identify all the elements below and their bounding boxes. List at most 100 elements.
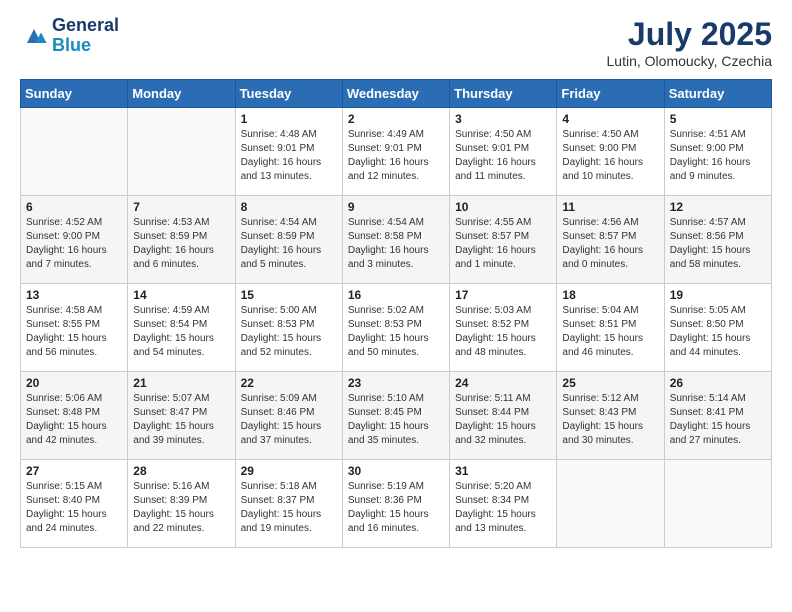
calendar-table: Sunday Monday Tuesday Wednesday Thursday… [20,79,772,548]
day-number: 13 [26,288,122,302]
day-number: 21 [133,376,229,390]
day-number: 27 [26,464,122,478]
sunset-text: Sunset: 9:01 PM [241,142,337,156]
cell-info: Sunrise: 5:09 AM Sunset: 8:46 PM Dayligh… [241,392,337,448]
daylight-text: Daylight: 15 hours and 32 minutes. [455,420,551,448]
sunset-text: Sunset: 8:51 PM [562,318,658,332]
cell-info: Sunrise: 5:02 AM Sunset: 8:53 PM Dayligh… [348,304,444,360]
cell-info: Sunrise: 5:07 AM Sunset: 8:47 PM Dayligh… [133,392,229,448]
day-number: 9 [348,200,444,214]
daylight-text: Daylight: 16 hours and 7 minutes. [26,244,122,272]
sunrise-text: Sunrise: 4:52 AM [26,216,122,230]
day-number: 30 [348,464,444,478]
sunrise-text: Sunrise: 4:49 AM [348,128,444,142]
cell-info: Sunrise: 4:54 AM Sunset: 8:59 PM Dayligh… [241,216,337,272]
calendar-cell [557,460,664,548]
calendar-cell: 6 Sunrise: 4:52 AM Sunset: 9:00 PM Dayli… [21,196,128,284]
daylight-text: Daylight: 15 hours and 16 minutes. [348,508,444,536]
daylight-text: Daylight: 16 hours and 5 minutes. [241,244,337,272]
calendar-week-row: 13 Sunrise: 4:58 AM Sunset: 8:55 PM Dayl… [21,284,772,372]
daylight-text: Daylight: 15 hours and 48 minutes. [455,332,551,360]
daylight-text: Daylight: 16 hours and 12 minutes. [348,156,444,184]
calendar-cell: 25 Sunrise: 5:12 AM Sunset: 8:43 PM Dayl… [557,372,664,460]
daylight-text: Daylight: 15 hours and 44 minutes. [670,332,766,360]
day-number: 24 [455,376,551,390]
calendar-cell: 14 Sunrise: 4:59 AM Sunset: 8:54 PM Dayl… [128,284,235,372]
month-year: July 2025 [607,16,772,53]
sunrise-text: Sunrise: 5:19 AM [348,480,444,494]
daylight-text: Daylight: 15 hours and 56 minutes. [26,332,122,360]
calendar-cell: 10 Sunrise: 4:55 AM Sunset: 8:57 PM Dayl… [450,196,557,284]
daylight-text: Daylight: 15 hours and 37 minutes. [241,420,337,448]
calendar-week-row: 27 Sunrise: 5:15 AM Sunset: 8:40 PM Dayl… [21,460,772,548]
cell-info: Sunrise: 4:51 AM Sunset: 9:00 PM Dayligh… [670,128,766,184]
day-number: 17 [455,288,551,302]
day-number: 6 [26,200,122,214]
sunset-text: Sunset: 8:41 PM [670,406,766,420]
calendar-cell: 17 Sunrise: 5:03 AM Sunset: 8:52 PM Dayl… [450,284,557,372]
sunset-text: Sunset: 8:59 PM [133,230,229,244]
sunset-text: Sunset: 8:58 PM [348,230,444,244]
calendar-cell: 29 Sunrise: 5:18 AM Sunset: 8:37 PM Dayl… [235,460,342,548]
sunrise-text: Sunrise: 4:50 AM [562,128,658,142]
cell-info: Sunrise: 5:04 AM Sunset: 8:51 PM Dayligh… [562,304,658,360]
daylight-text: Daylight: 15 hours and 39 minutes. [133,420,229,448]
day-number: 11 [562,200,658,214]
sunrise-text: Sunrise: 4:56 AM [562,216,658,230]
sunrise-text: Sunrise: 5:06 AM [26,392,122,406]
calendar-cell: 9 Sunrise: 4:54 AM Sunset: 8:58 PM Dayli… [342,196,449,284]
cell-info: Sunrise: 4:48 AM Sunset: 9:01 PM Dayligh… [241,128,337,184]
header: GeneralBlue July 2025 Lutin, Olomoucky, … [20,16,772,69]
cell-info: Sunrise: 5:20 AM Sunset: 8:34 PM Dayligh… [455,480,551,536]
sunset-text: Sunset: 8:43 PM [562,406,658,420]
calendar-week-row: 1 Sunrise: 4:48 AM Sunset: 9:01 PM Dayli… [21,108,772,196]
cell-info: Sunrise: 5:10 AM Sunset: 8:45 PM Dayligh… [348,392,444,448]
sunrise-text: Sunrise: 5:12 AM [562,392,658,406]
cell-info: Sunrise: 5:06 AM Sunset: 8:48 PM Dayligh… [26,392,122,448]
day-number: 19 [670,288,766,302]
daylight-text: Daylight: 15 hours and 42 minutes. [26,420,122,448]
calendar-cell: 23 Sunrise: 5:10 AM Sunset: 8:45 PM Dayl… [342,372,449,460]
day-number: 4 [562,112,658,126]
calendar-cell: 19 Sunrise: 5:05 AM Sunset: 8:50 PM Dayl… [664,284,771,372]
sunrise-text: Sunrise: 5:11 AM [455,392,551,406]
sunrise-text: Sunrise: 4:55 AM [455,216,551,230]
sunrise-text: Sunrise: 5:10 AM [348,392,444,406]
col-thursday: Thursday [450,80,557,108]
day-number: 2 [348,112,444,126]
calendar-cell: 2 Sunrise: 4:49 AM Sunset: 9:01 PM Dayli… [342,108,449,196]
logo: GeneralBlue [20,16,119,56]
daylight-text: Daylight: 16 hours and 0 minutes. [562,244,658,272]
sunrise-text: Sunrise: 5:03 AM [455,304,551,318]
cell-info: Sunrise: 5:11 AM Sunset: 8:44 PM Dayligh… [455,392,551,448]
cell-info: Sunrise: 5:19 AM Sunset: 8:36 PM Dayligh… [348,480,444,536]
calendar-cell [664,460,771,548]
daylight-text: Daylight: 16 hours and 6 minutes. [133,244,229,272]
calendar-cell: 11 Sunrise: 4:56 AM Sunset: 8:57 PM Dayl… [557,196,664,284]
logo-text: GeneralBlue [52,16,119,56]
sunset-text: Sunset: 9:00 PM [26,230,122,244]
cell-info: Sunrise: 4:59 AM Sunset: 8:54 PM Dayligh… [133,304,229,360]
sunrise-text: Sunrise: 5:02 AM [348,304,444,318]
daylight-text: Daylight: 15 hours and 30 minutes. [562,420,658,448]
calendar-cell: 24 Sunrise: 5:11 AM Sunset: 8:44 PM Dayl… [450,372,557,460]
sunrise-text: Sunrise: 4:59 AM [133,304,229,318]
day-number: 18 [562,288,658,302]
sunset-text: Sunset: 8:56 PM [670,230,766,244]
daylight-text: Daylight: 15 hours and 58 minutes. [670,244,766,272]
daylight-text: Daylight: 15 hours and 35 minutes. [348,420,444,448]
calendar-cell: 31 Sunrise: 5:20 AM Sunset: 8:34 PM Dayl… [450,460,557,548]
sunset-text: Sunset: 8:40 PM [26,494,122,508]
sunrise-text: Sunrise: 5:09 AM [241,392,337,406]
sunset-text: Sunset: 9:01 PM [348,142,444,156]
col-saturday: Saturday [664,80,771,108]
day-number: 25 [562,376,658,390]
day-number: 23 [348,376,444,390]
day-number: 26 [670,376,766,390]
col-tuesday: Tuesday [235,80,342,108]
daylight-text: Daylight: 16 hours and 3 minutes. [348,244,444,272]
calendar-cell: 18 Sunrise: 5:04 AM Sunset: 8:51 PM Dayl… [557,284,664,372]
daylight-text: Daylight: 16 hours and 1 minute. [455,244,551,272]
cell-info: Sunrise: 4:50 AM Sunset: 9:01 PM Dayligh… [455,128,551,184]
sunset-text: Sunset: 8:57 PM [455,230,551,244]
